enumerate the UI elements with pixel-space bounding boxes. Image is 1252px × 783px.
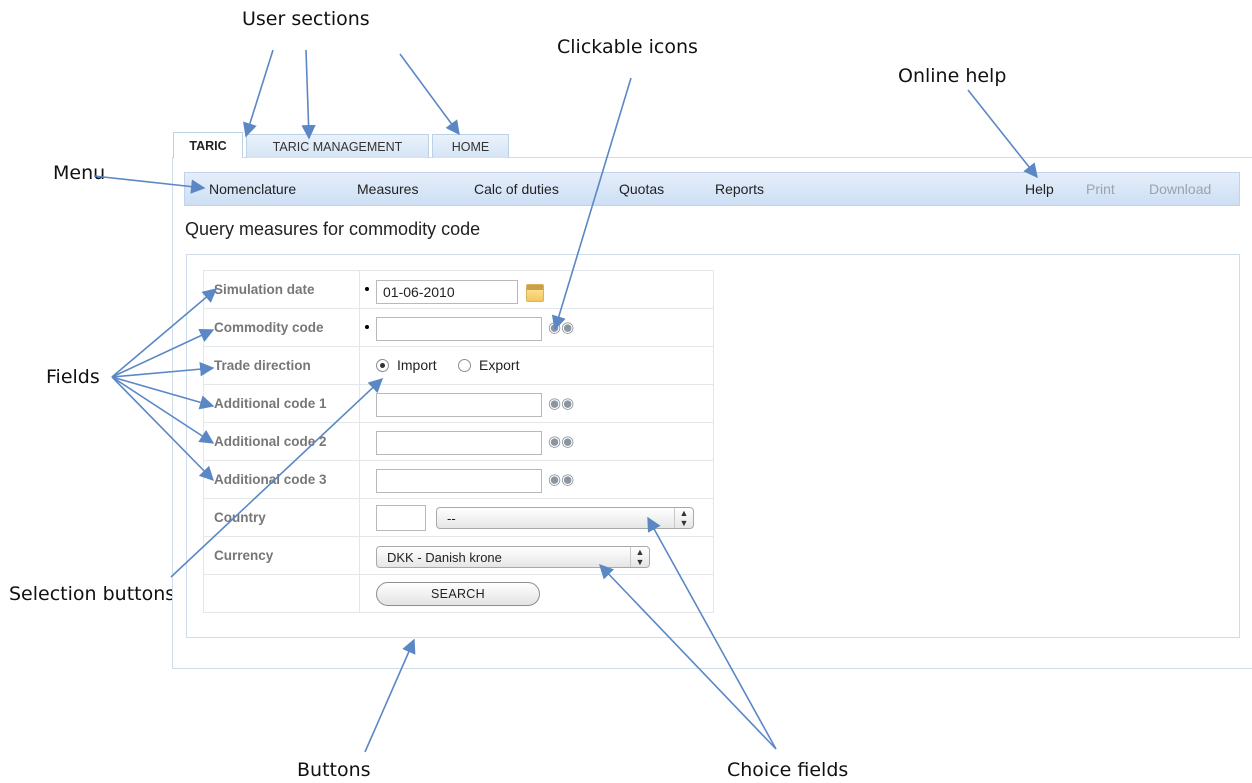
- radio-export-label[interactable]: Export: [479, 357, 519, 373]
- label-additional-code-2: Additional code 2: [203, 422, 360, 461]
- currency-select-value: DKK - Danish krone: [387, 550, 502, 565]
- query-form: Simulation date 01-06-2010 Commodity cod…: [203, 270, 714, 613]
- commodity-code-input[interactable]: [376, 317, 542, 341]
- label-trade-direction: Trade direction: [203, 346, 360, 385]
- tab-taric[interactable]: TARIC: [173, 132, 243, 158]
- row-currency: Currency DKK - Danish krone ▲ ▼: [203, 536, 714, 575]
- callout-online-help: Online help: [898, 65, 1007, 87]
- label-additional-code-1: Additional code 1: [203, 384, 360, 423]
- simulation-date-input[interactable]: 01-06-2010: [376, 280, 518, 304]
- currency-select[interactable]: DKK - Danish krone ▲ ▼: [376, 546, 650, 568]
- additional-code-3-input[interactable]: [376, 469, 542, 493]
- country-code-input[interactable]: [376, 505, 426, 531]
- label-country: Country: [203, 498, 360, 537]
- country-select[interactable]: -- ▲ ▼: [436, 507, 694, 529]
- menu-item-calc-of-duties[interactable]: Calc of duties: [474, 181, 559, 197]
- menu-bar: Nomenclature Measures Calc of duties Quo…: [184, 172, 1240, 206]
- row-simulation-date: Simulation date 01-06-2010: [203, 270, 714, 309]
- menu-item-reports[interactable]: Reports: [715, 181, 764, 197]
- row-commodity-code: Commodity code ◉◉: [203, 308, 714, 347]
- callout-selection-buttons: Selection buttons: [9, 583, 176, 605]
- additional-code-2-input[interactable]: [376, 431, 542, 455]
- calendar-icon[interactable]: [526, 284, 544, 302]
- radio-import[interactable]: [376, 359, 389, 372]
- row-search: SEARCH: [203, 574, 714, 613]
- callout-clickable-icons: Clickable icons: [557, 36, 698, 58]
- additional-code-1-input[interactable]: [376, 393, 542, 417]
- menu-item-nomenclature[interactable]: Nomenclature: [209, 181, 296, 197]
- row-additional-code-3: Additional code 3 ◉◉: [203, 460, 714, 499]
- updown-arrows-icon: ▲ ▼: [674, 508, 693, 528]
- row-country: Country -- ▲ ▼: [203, 498, 714, 537]
- required-marker: [365, 325, 369, 329]
- binoculars-icon[interactable]: ◉◉: [548, 319, 574, 337]
- callout-buttons: Buttons: [297, 759, 371, 781]
- search-button[interactable]: SEARCH: [376, 582, 540, 606]
- row-additional-code-1: Additional code 1 ◉◉: [203, 384, 714, 423]
- callout-fields: Fields: [46, 366, 100, 388]
- callout-choice-fields: Choice fields: [727, 759, 849, 781]
- radio-import-label[interactable]: Import: [397, 357, 437, 373]
- radio-export[interactable]: [458, 359, 471, 372]
- binoculars-icon[interactable]: ◉◉: [548, 433, 574, 451]
- label-currency: Currency: [203, 536, 360, 575]
- menu-item-print: Print: [1086, 181, 1115, 197]
- tab-taric-management[interactable]: TARIC MANAGEMENT: [246, 134, 429, 158]
- row-additional-code-2: Additional code 2 ◉◉: [203, 422, 714, 461]
- callout-user-sections: User sections: [242, 8, 370, 30]
- page-title: Query measures for commodity code: [185, 219, 481, 239]
- tab-home[interactable]: HOME: [432, 134, 509, 158]
- required-marker: [365, 287, 369, 291]
- menu-item-download: Download: [1149, 181, 1212, 197]
- binoculars-icon[interactable]: ◉◉: [548, 395, 574, 413]
- menu-item-measures[interactable]: Measures: [357, 181, 418, 197]
- binoculars-icon[interactable]: ◉◉: [548, 471, 574, 489]
- updown-arrows-icon: ▲ ▼: [630, 547, 649, 567]
- menu-item-help[interactable]: Help: [1025, 181, 1054, 197]
- user-section-tabs: TARIC TARIC MANAGEMENT HOME: [173, 132, 512, 158]
- row-trade-direction: Trade direction Import Export: [203, 346, 714, 385]
- label-simulation-date: Simulation date: [203, 270, 360, 309]
- label-commodity-code: Commodity code: [203, 308, 360, 347]
- country-select-value: --: [447, 511, 456, 526]
- label-additional-code-3: Additional code 3: [203, 460, 360, 499]
- menu-item-quotas[interactable]: Quotas: [619, 181, 664, 197]
- callout-menu: Menu: [53, 162, 106, 184]
